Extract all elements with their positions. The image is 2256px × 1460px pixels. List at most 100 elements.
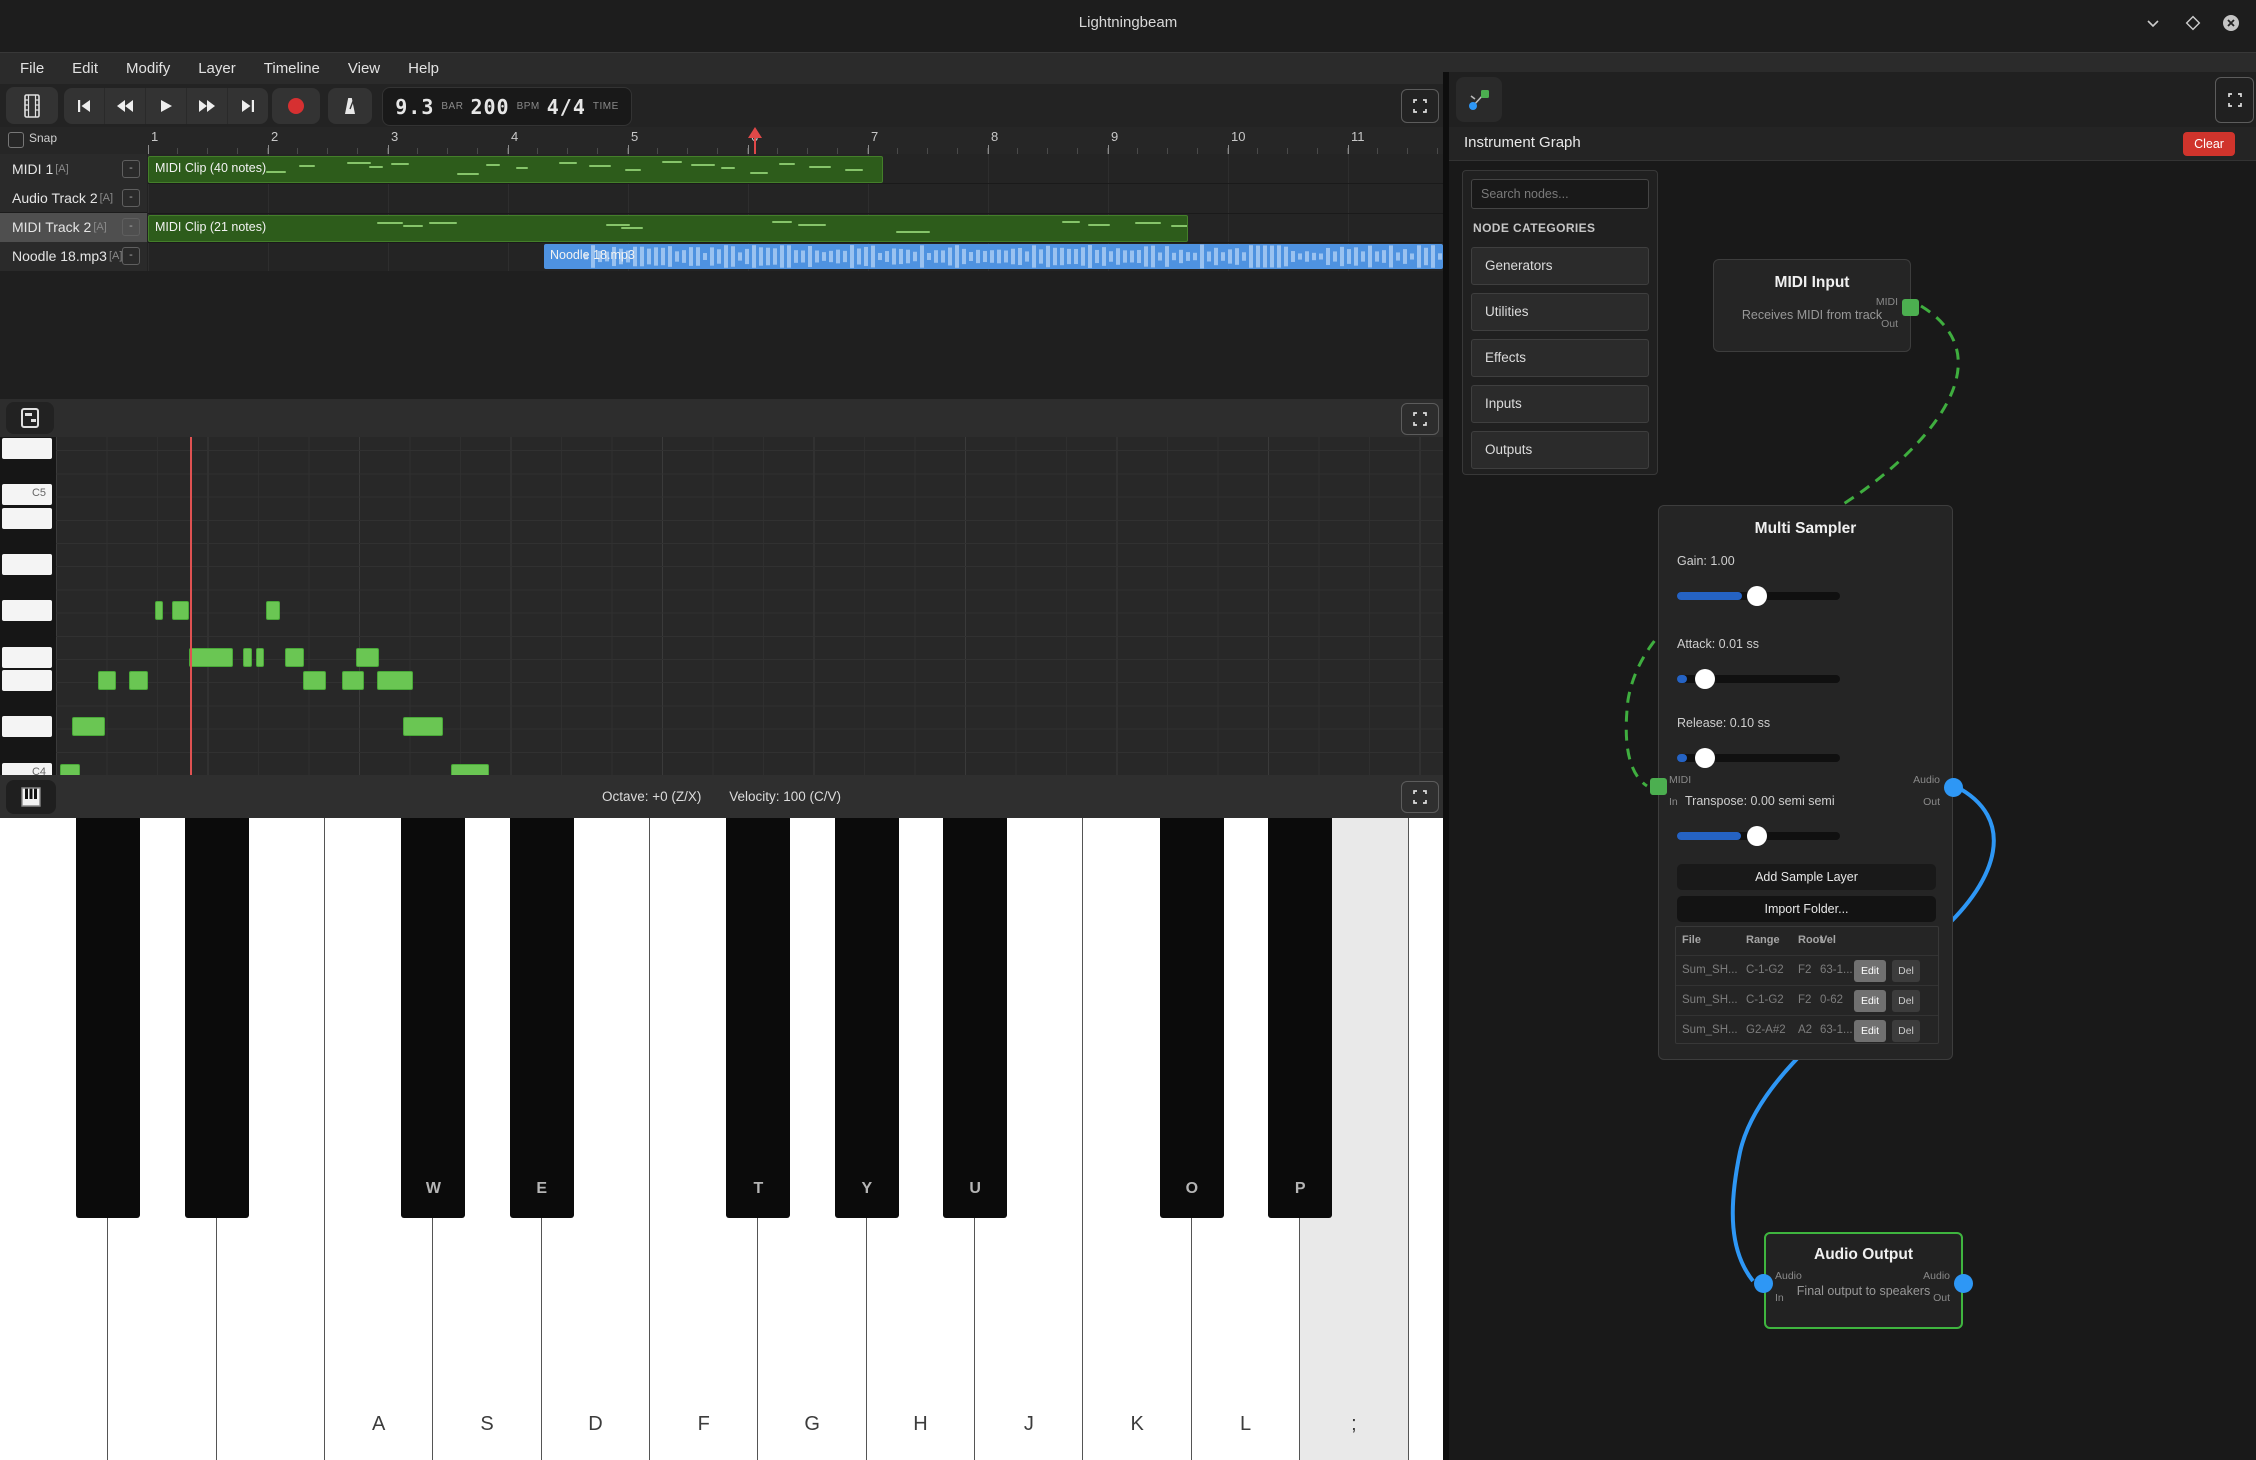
midi-note[interactable] — [189, 648, 233, 667]
skip-start-button[interactable] — [64, 88, 105, 124]
midi-note[interactable] — [155, 601, 163, 620]
playhead-marker[interactable] — [742, 127, 768, 154]
midi-note[interactable] — [403, 717, 443, 736]
midi-clip[interactable]: MIDI Clip (21 notes) — [148, 215, 1188, 242]
track-header[interactable]: MIDI 1[A]- — [0, 154, 147, 184]
release-slider[interactable] — [1677, 754, 1840, 762]
sample-cell: 0-62 — [1820, 994, 1843, 1006]
timeline-fullscreen-button[interactable] — [1401, 89, 1439, 123]
piano-roll[interactable]: C5 C4 — [0, 437, 1443, 775]
minimize-icon[interactable] — [2140, 10, 2166, 36]
midi-clip[interactable]: MIDI Clip (40 notes) — [148, 156, 883, 183]
timesig-value[interactable]: 4/4 — [547, 95, 586, 119]
gain-slider[interactable] — [1677, 592, 1840, 600]
fast-forward-button[interactable] — [187, 88, 228, 124]
keyboard-fullscreen-button[interactable] — [1401, 781, 1439, 813]
piano-roll-key[interactable] — [2, 438, 52, 459]
delete-button[interactable]: Del — [1892, 960, 1920, 982]
menu-timeline[interactable]: Timeline — [250, 53, 334, 85]
menu-file[interactable]: File — [6, 53, 58, 85]
track-toggle[interactable]: - — [122, 160, 140, 178]
piano-roll-key[interactable] — [2, 600, 52, 621]
metronome-button[interactable] — [328, 88, 372, 124]
black-key-T[interactable]: T — [726, 818, 790, 1218]
black-key-U[interactable]: U — [943, 818, 1007, 1218]
piano-roll-key[interactable]: C4 — [2, 763, 52, 775]
play-button[interactable] — [146, 88, 187, 124]
midi-out-port[interactable] — [1902, 299, 1919, 316]
black-key-O[interactable]: O — [1160, 818, 1224, 1218]
timeline-panel-button[interactable] — [6, 87, 58, 124]
midi-note[interactable] — [285, 648, 304, 667]
midi-note[interactable] — [451, 764, 489, 775]
edit-button[interactable]: Edit — [1854, 990, 1886, 1012]
track-toggle[interactable]: - — [122, 247, 140, 265]
node-multi-sampler[interactable]: Multi Sampler Gain: 1.00 Attack: 0.01 ss… — [1658, 505, 1953, 1060]
piano-roll-key[interactable] — [2, 716, 52, 737]
midi-note[interactable] — [172, 601, 189, 620]
piano-roll-grid[interactable] — [56, 437, 1443, 775]
attack-slider[interactable] — [1677, 675, 1840, 683]
menu-view[interactable]: View — [334, 53, 394, 85]
edit-button[interactable]: Edit — [1854, 960, 1886, 982]
midi-note[interactable] — [266, 601, 280, 620]
delete-button[interactable]: Del — [1892, 990, 1920, 1012]
track-lane-area[interactable]: MIDI Clip (40 notes) MIDI Clip (21 notes)… — [148, 154, 1443, 271]
menu-help[interactable]: Help — [394, 53, 453, 85]
piano-roll-key[interactable] — [2, 554, 52, 575]
midi-note[interactable] — [256, 648, 264, 667]
midi-note[interactable] — [72, 717, 105, 736]
black-key[interactable] — [185, 818, 249, 1218]
record-button[interactable] — [272, 88, 320, 124]
menu-layer[interactable]: Layer — [184, 53, 250, 85]
timeline-ruler[interactable]: Snap 1234567891011 — [0, 127, 1443, 155]
audio-output-out-port[interactable] — [1954, 1274, 1973, 1293]
track-toggle[interactable]: - — [122, 218, 140, 236]
piano-roll-key[interactable] — [2, 670, 52, 691]
track-header[interactable]: Audio Track 2[A]- — [0, 183, 147, 213]
audio-clip[interactable]: Noodle 18.mp3 — [544, 244, 1443, 269]
midi-note[interactable] — [303, 671, 326, 690]
black-key-Y[interactable]: Y — [835, 818, 899, 1218]
piano-roll-fullscreen-button[interactable] — [1401, 403, 1439, 435]
keyboard-panel-button[interactable] — [6, 780, 56, 814]
delete-button[interactable]: Del — [1892, 1020, 1920, 1042]
snap-checkbox[interactable] — [8, 132, 24, 148]
bpm-value[interactable]: 200 — [470, 95, 509, 119]
midi-note[interactable] — [356, 648, 379, 667]
sampler-audio-out-port[interactable] — [1944, 778, 1963, 797]
close-icon[interactable] — [2218, 10, 2244, 36]
track-toggle[interactable]: - — [122, 189, 140, 207]
midi-note[interactable] — [60, 764, 80, 775]
black-key-P[interactable]: P — [1268, 818, 1332, 1218]
skip-end-button[interactable] — [228, 88, 268, 124]
black-key-E[interactable]: E — [510, 818, 574, 1218]
menu-modify[interactable]: Modify — [112, 53, 184, 85]
menu-edit[interactable]: Edit — [58, 53, 112, 85]
midi-note[interactable] — [98, 671, 116, 690]
node-midi-input[interactable]: MIDI Input Receives MIDI from track MIDI… — [1713, 259, 1911, 352]
track-header[interactable]: MIDI Track 2[A]- — [0, 213, 147, 243]
piano-roll-key[interactable]: C5 — [2, 484, 52, 505]
black-key-W[interactable]: W — [401, 818, 465, 1218]
maximize-icon[interactable] — [2180, 10, 2206, 36]
sampler-midi-in-port[interactable] — [1650, 778, 1667, 795]
piano-roll-key[interactable] — [2, 647, 52, 668]
edit-button[interactable]: Edit — [1854, 1020, 1886, 1042]
piano-roll-panel-button[interactable] — [6, 402, 54, 434]
track-header[interactable]: Noodle 18.mp3[A]- — [0, 242, 147, 272]
midi-note[interactable] — [129, 671, 148, 690]
app-window: Lightningbeam FileEditModifyLayerTimelin… — [0, 0, 2256, 1460]
rewind-button[interactable] — [105, 88, 146, 124]
midi-note[interactable] — [342, 671, 364, 690]
transpose-slider[interactable] — [1677, 832, 1840, 840]
piano-roll-key[interactable] — [2, 508, 52, 529]
add-sample-layer-button[interactable]: Add Sample Layer — [1677, 864, 1936, 890]
midi-note[interactable] — [243, 648, 252, 667]
audio-output-in-port[interactable] — [1754, 1274, 1773, 1293]
black-key[interactable] — [76, 818, 140, 1218]
timeline-empty-area — [0, 271, 1443, 399]
midi-note[interactable] — [377, 671, 413, 690]
node-audio-output[interactable]: Audio Output Final output to speakers Au… — [1764, 1232, 1963, 1329]
import-folder-button[interactable]: Import Folder... — [1677, 896, 1936, 922]
